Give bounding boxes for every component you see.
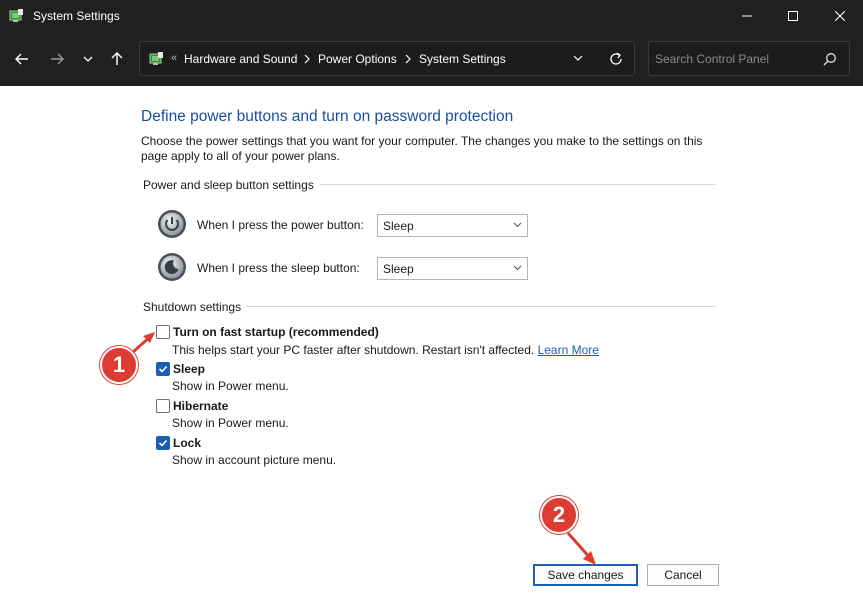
recent-locations-button[interactable] [77,48,99,70]
forward-button[interactable] [46,48,68,70]
lock-option-description: Show in account picture menu. [172,453,337,467]
save-changes-button[interactable]: Save changes [533,564,638,586]
page-description: Choose the power settings that you want … [141,134,703,163]
step-1-badge: 1 [100,346,138,384]
search-input[interactable] [655,50,815,68]
overflow-chevron-icon[interactable]: « [171,52,177,64]
chevron-down-icon [513,222,522,228]
sleep-option-title: Sleep [173,362,206,376]
breadcrumb-hardware-and-sound[interactable]: Hardware and Sound [184,52,297,66]
minimize-icon [742,15,752,17]
arrow-left-icon [15,53,28,65]
search-box[interactable] [648,41,850,76]
hibernate-checkbox[interactable] [156,399,170,413]
content-pane: Define power buttons and turn on passwor… [0,86,863,596]
sleep-checkbox[interactable] [156,362,170,376]
chevron-down-icon [83,56,93,62]
page-title: Define power buttons and turn on passwor… [141,108,514,125]
power-button-selected-value: Sleep [383,219,414,233]
shutdown-group-label: Shutdown settings [143,300,248,314]
lock-checkbox[interactable] [156,436,170,450]
checkmark-icon [158,439,168,447]
lock-option-title: Lock [173,436,202,450]
minimize-button[interactable] [724,0,770,32]
power-button-icon [158,210,186,238]
maximize-icon [788,11,798,21]
chevron-right-icon[interactable] [404,54,412,64]
fast-startup-checkbox[interactable] [156,325,170,339]
power-sleep-group-label: Power and sleep button settings [143,178,320,192]
title-bar: System Settings [0,0,863,32]
breadcrumb-system-settings[interactable]: System Settings [419,52,506,66]
chevron-down-icon [513,265,522,271]
cancel-button[interactable]: Cancel [647,564,719,586]
arrow-up-icon [111,52,123,65]
sleep-button-select[interactable]: Sleep [377,257,528,280]
control-panel-icon [9,9,23,22]
maximize-button[interactable] [770,0,816,32]
sleep-option-description: Show in Power menu. [172,379,289,393]
power-button-label: When I press the power button: [197,218,364,232]
learn-more-link[interactable]: Learn More [538,343,599,357]
sleep-button-selected-value: Sleep [383,262,414,276]
refresh-icon[interactable] [608,51,624,67]
step-2-badge: 2 [540,496,578,534]
window-title: System Settings [33,9,120,23]
checkmark-icon [158,365,168,373]
navigation-bar: « Hardware and Sound Power Options Syste… [0,32,863,86]
back-button[interactable] [11,48,33,70]
close-icon [835,11,845,21]
fast-startup-title: Turn on fast startup (recommended) [173,325,379,339]
close-button[interactable] [817,0,863,32]
up-button[interactable] [106,48,128,70]
address-bar[interactable]: « Hardware and Sound Power Options Syste… [139,41,635,76]
hibernate-option-description: Show in Power menu. [172,416,289,430]
fast-startup-description: This helps start your PC faster after sh… [172,343,599,357]
sleep-button-label: When I press the sleep button: [197,261,360,275]
arrow-right-icon [51,53,64,65]
power-button-select[interactable]: Sleep [377,214,528,237]
hibernate-option-title: Hibernate [173,399,229,413]
chevron-right-icon[interactable] [303,54,311,64]
breadcrumb-power-options[interactable]: Power Options [318,52,397,66]
control-panel-icon [149,52,163,65]
fast-startup-description-text: This helps start your PC faster after sh… [172,343,535,357]
chevron-down-icon[interactable] [573,54,583,62]
sleep-button-icon [158,253,186,281]
search-icon[interactable] [823,52,837,66]
